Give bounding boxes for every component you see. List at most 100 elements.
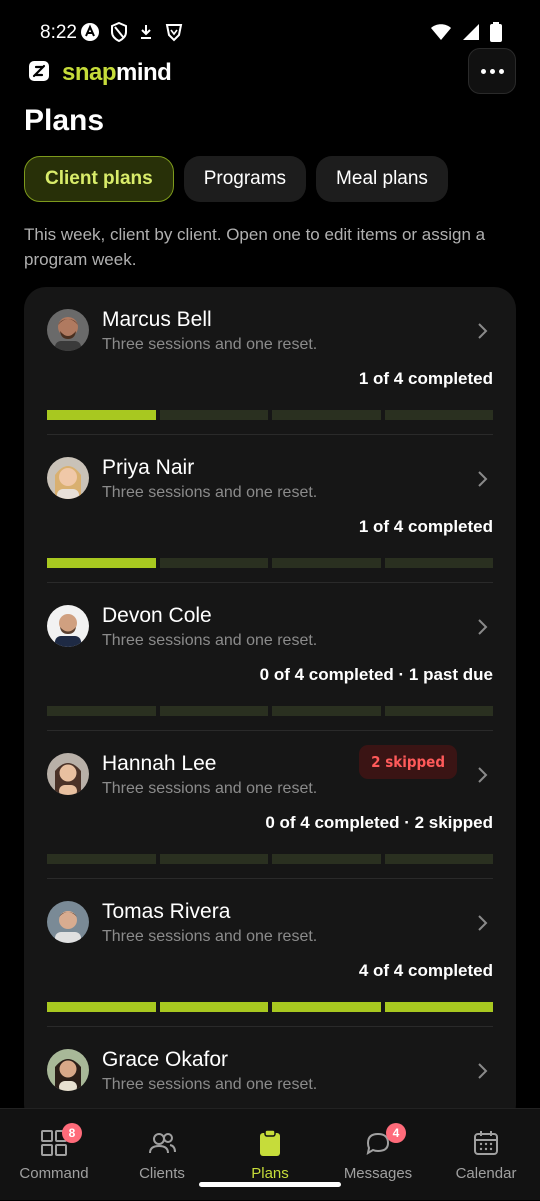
nav-plans[interactable]: Plans bbox=[216, 1109, 324, 1201]
calendar-icon bbox=[474, 1131, 498, 1155]
shield-icon bbox=[111, 22, 127, 42]
plan-tabs: Client plans Programs Meal plans bbox=[24, 156, 448, 202]
progress-segment-complete bbox=[159, 1002, 268, 1012]
avatar bbox=[47, 901, 89, 943]
status-icons-right bbox=[430, 22, 502, 42]
chevron-right-icon[interactable] bbox=[475, 618, 489, 636]
progress-segment-pending bbox=[47, 854, 156, 864]
nav-badge: 4 bbox=[386, 1123, 406, 1143]
progress-segment-complete bbox=[272, 1002, 381, 1012]
avatar bbox=[47, 1049, 89, 1091]
client-row[interactable]: Devon Cole Three sessions and one reset.… bbox=[47, 583, 493, 731]
progress-segment-pending bbox=[384, 410, 493, 420]
progress-bar bbox=[47, 706, 493, 716]
signal-icon bbox=[463, 24, 479, 40]
client-name: Marcus Bell bbox=[102, 308, 212, 331]
brave-icon bbox=[165, 24, 183, 42]
nav-label: Clients bbox=[139, 1165, 185, 1182]
progress-segment-pending bbox=[159, 410, 268, 420]
progress-text: 1 of 4 completed bbox=[358, 517, 493, 536]
nav-clients[interactable]: Clients bbox=[108, 1109, 216, 1201]
progress-text: 1 of 4 completed bbox=[358, 369, 493, 388]
progress-segment-pending bbox=[272, 706, 381, 716]
snapmind-logo-icon bbox=[29, 61, 49, 81]
client-name: Devon Cole bbox=[102, 604, 212, 627]
tab-meal-plans[interactable]: Meal plans bbox=[316, 156, 448, 202]
progress-segment-pending bbox=[47, 706, 156, 716]
nav-label: Messages bbox=[343, 1165, 413, 1182]
client-subtitle: Three sessions and one reset. bbox=[102, 928, 318, 945]
avatar bbox=[47, 753, 89, 795]
tab-client-plans[interactable]: Client plans bbox=[24, 156, 174, 202]
a-circle-icon bbox=[81, 23, 99, 41]
avatar bbox=[47, 457, 89, 499]
nav-label: Plans bbox=[251, 1165, 289, 1182]
more-options-button[interactable] bbox=[468, 48, 516, 94]
client-row[interactable]: Marcus Bell Three sessions and one reset… bbox=[47, 287, 493, 435]
nav-calendar[interactable]: Calendar bbox=[432, 1109, 540, 1201]
chevron-right-icon[interactable] bbox=[475, 766, 489, 784]
brand-name-part2: mind bbox=[116, 59, 172, 86]
brand-name: snapmind bbox=[62, 59, 172, 87]
client-name: Hannah Lee bbox=[102, 752, 217, 775]
status-icons-left bbox=[80, 22, 184, 42]
progress-segment-pending bbox=[159, 854, 268, 864]
client-name: Grace Okafor bbox=[102, 1048, 229, 1071]
progress-bar bbox=[47, 1002, 493, 1012]
avatar bbox=[47, 309, 89, 351]
nav-badge: 8 bbox=[62, 1123, 82, 1143]
progress-text: 0 of 4 completed · 1 past due bbox=[259, 665, 493, 684]
client-subtitle: Three sessions and one reset. bbox=[102, 632, 318, 649]
progress-segment-pending bbox=[159, 706, 268, 716]
progress-segment-complete bbox=[47, 410, 156, 420]
client-row[interactable]: Hannah Lee Three sessions and one reset.… bbox=[47, 731, 493, 879]
client-plans-card: Marcus Bell Three sessions and one reset… bbox=[24, 287, 516, 1127]
nav-label: Calendar bbox=[455, 1165, 517, 1182]
home-indicator bbox=[199, 1182, 341, 1187]
chevron-right-icon[interactable] bbox=[475, 322, 489, 340]
brand-name-part1: snap bbox=[62, 59, 117, 86]
page-title: Plans bbox=[24, 104, 105, 137]
progress-text: 0 of 4 completed · 2 skipped bbox=[265, 813, 493, 832]
progress-segment-pending bbox=[272, 854, 381, 864]
progress-segment-complete bbox=[47, 558, 156, 568]
status-time: 8:22 bbox=[40, 22, 77, 43]
progress-segment-pending bbox=[272, 558, 381, 568]
progress-segment-complete bbox=[384, 1002, 493, 1012]
progress-bar bbox=[47, 558, 493, 568]
progress-bar bbox=[47, 410, 493, 420]
client-subtitle: Three sessions and one reset. bbox=[102, 484, 318, 501]
progress-segment-pending bbox=[384, 706, 493, 716]
chevron-right-icon[interactable] bbox=[475, 470, 489, 488]
client-row[interactable]: Priya Nair Three sessions and one reset.… bbox=[47, 435, 493, 583]
tab-programs[interactable]: Programs bbox=[183, 156, 307, 202]
client-row[interactable]: Tomas Rivera Three sessions and one rese… bbox=[47, 879, 493, 1027]
client-name: Priya Nair bbox=[102, 456, 195, 479]
progress-segment-pending bbox=[384, 854, 493, 864]
intro-text: This week, client by client. Open one to… bbox=[24, 225, 486, 269]
more-dot-icon bbox=[498, 68, 504, 74]
client-subtitle: Three sessions and one reset. bbox=[102, 1076, 318, 1093]
client-subtitle: Three sessions and one reset. bbox=[102, 780, 318, 797]
progress-text: 4 of 4 completed bbox=[358, 961, 493, 980]
more-dot-icon bbox=[480, 68, 486, 74]
client-subtitle: Three sessions and one reset. bbox=[102, 336, 318, 353]
users-icon bbox=[149, 1133, 176, 1154]
wifi-icon bbox=[431, 24, 451, 40]
progress-bar bbox=[47, 854, 493, 864]
battery-icon bbox=[490, 22, 502, 42]
progress-segment-complete bbox=[47, 1002, 156, 1012]
nav-messages[interactable]: 4 Messages bbox=[324, 1109, 432, 1201]
clipboard-icon bbox=[260, 1129, 280, 1156]
download-icon bbox=[141, 25, 151, 39]
app-header: snapmind bbox=[24, 48, 516, 96]
progress-segment-pending bbox=[159, 558, 268, 568]
progress-segment-pending bbox=[384, 558, 493, 568]
nav-label: Command bbox=[19, 1165, 89, 1182]
nav-command[interactable]: 8 Command bbox=[0, 1109, 108, 1201]
client-name: Tomas Rivera bbox=[102, 900, 231, 923]
avatar bbox=[47, 605, 89, 647]
more-dot-icon bbox=[489, 68, 495, 74]
chevron-right-icon[interactable] bbox=[475, 1062, 489, 1080]
chevron-right-icon[interactable] bbox=[475, 914, 489, 932]
